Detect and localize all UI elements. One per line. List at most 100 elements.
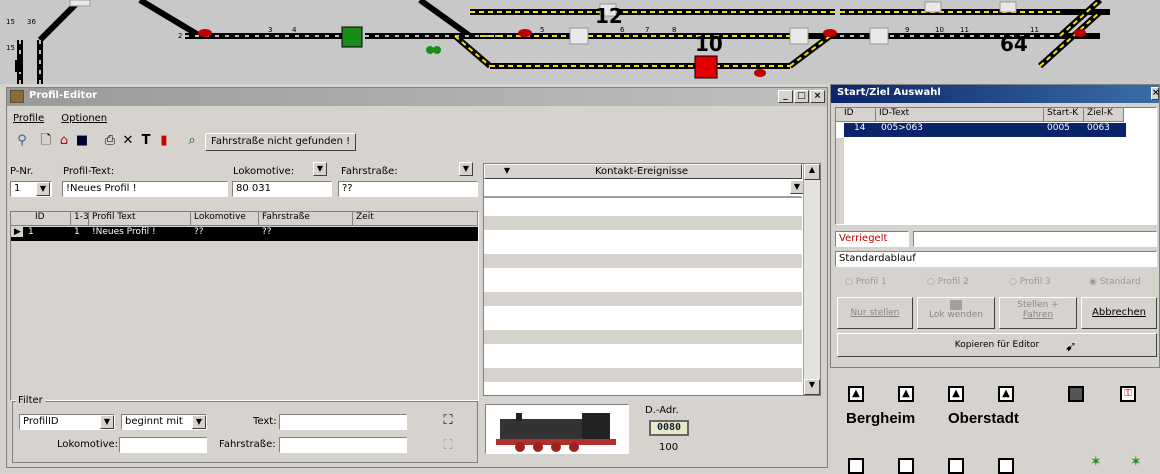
- status-message: Fahrstraße nicht gefunden !: [205, 133, 357, 151]
- maximize-button[interactable]: □: [794, 90, 809, 103]
- menu-optionen[interactable]: Optionen: [61, 113, 107, 124]
- kontakt-sort-icon[interactable]: ▼: [487, 165, 527, 179]
- profil-editor-titlebar[interactable]: Profil-Editor _ □ ×: [7, 88, 827, 106]
- list-item[interactable]: [484, 254, 802, 268]
- abbrechen-button[interactable]: Abbrechen: [1081, 297, 1157, 329]
- kontakt-scrollbar[interactable]: ▲ ▼: [803, 164, 820, 395]
- list-item[interactable]: [484, 216, 802, 230]
- table-row[interactable]: ▶ 1 1 !Neues Profil ! ?? ??: [11, 227, 478, 241]
- signal-button-icon[interactable]: ▲: [898, 386, 914, 402]
- find-icon[interactable]: ⌕: [183, 132, 201, 150]
- track-label: 7: [645, 26, 650, 34]
- track-label: 8: [672, 26, 677, 34]
- track-label: 11: [960, 26, 969, 34]
- button-label: Lok wenden: [929, 310, 983, 320]
- track-label: 2: [178, 32, 183, 40]
- list-item[interactable]: [484, 196, 802, 198]
- lokomotive-dropdown-button[interactable]: ▼: [313, 162, 327, 176]
- filter-mode-dropdown[interactable]: ▼: [192, 415, 206, 429]
- menu-bar: Profile Optionen: [13, 113, 121, 124]
- sz-header-startk[interactable]: Start-K: [1044, 108, 1084, 122]
- signal-button-icon[interactable]: [948, 458, 964, 474]
- binoculars-disabled-icon: ⛶: [443, 438, 453, 453]
- save-icon[interactable]: ■: [73, 132, 91, 150]
- signal-button-icon[interactable]: ▲: [948, 386, 964, 402]
- marker-icon[interactable]: ▮: [155, 132, 173, 150]
- menu-profile[interactable]: Profile: [13, 113, 44, 124]
- kopieren-fuer-editor-button[interactable]: Kopieren für Editor: [837, 333, 1157, 357]
- lock-icon[interactable]: ⚿: [1120, 386, 1136, 402]
- filter-text-input[interactable]: [279, 414, 407, 430]
- window-title: Start/Ziel Auswahl: [837, 87, 941, 98]
- row-indicator-icon: ▶: [11, 227, 23, 237]
- sz-cell-zielk: 0063: [1087, 123, 1110, 133]
- table-row[interactable]: 14 005>063 0005 0063: [844, 123, 1126, 137]
- filter-lok-label: Lokomotive:: [57, 439, 119, 450]
- filter-fs-input[interactable]: [279, 437, 407, 453]
- button-label: Nur stellen: [850, 308, 900, 318]
- kontakt-dropdown-button[interactable]: ▼: [790, 180, 804, 194]
- pnr-dropdown-button[interactable]: ▼: [36, 182, 50, 196]
- profiltext-label: Profil-Text:: [63, 166, 115, 177]
- cell-fahrstrasse: ??: [262, 227, 272, 237]
- start-ziel-titlebar[interactable]: Start/Ziel Auswahl ×: [831, 85, 1160, 103]
- sz-header-idtext[interactable]: ID-Text: [876, 108, 1044, 122]
- lok-wenden-icon: [950, 300, 962, 310]
- radio-label: Profil 3: [1019, 277, 1051, 287]
- sz-header-zielk[interactable]: Ziel-K: [1084, 108, 1124, 122]
- sz-cell-id: 14: [854, 123, 866, 133]
- table-header-id[interactable]: ID: [11, 212, 71, 226]
- minimize-button[interactable]: _: [778, 90, 793, 103]
- profiltext-field[interactable]: !Neues Profil !: [62, 181, 228, 197]
- signal-button-icon[interactable]: [898, 458, 914, 474]
- track-label-12: 12: [595, 4, 623, 28]
- delete-icon[interactable]: ✕: [119, 132, 137, 150]
- sz-header-id[interactable]: ID: [836, 108, 876, 122]
- list-item[interactable]: [484, 330, 802, 344]
- filter-legend: Filter: [16, 395, 45, 406]
- fahrstrasse-field[interactable]: ??: [338, 181, 478, 197]
- filter-mode-value: beginnt mit: [125, 416, 183, 427]
- profil-editor-window: Profil-Editor _ □ × Profile Optionen ⚲ 🗋…: [6, 87, 828, 468]
- cell-13: 1: [74, 227, 80, 237]
- filter-field-dropdown[interactable]: ▼: [100, 415, 114, 429]
- list-item[interactable]: [484, 368, 802, 382]
- close-button[interactable]: ×: [810, 90, 825, 103]
- filter-lok-input[interactable]: [119, 437, 207, 453]
- nav-icon[interactable]: ⚲: [13, 132, 31, 150]
- fahrstrasse-dropdown-button[interactable]: ▼: [459, 162, 473, 176]
- radio-label: Standard: [1099, 277, 1141, 287]
- signal-button-icon[interactable]: [998, 458, 1014, 474]
- new-doc-icon[interactable]: 🗋: [37, 132, 55, 150]
- track-label: 15: [6, 44, 15, 52]
- table-header-lokomotive[interactable]: Lokomotive: [191, 212, 259, 226]
- stellen-fahren-button: Stellen + Fahren: [999, 297, 1077, 329]
- sz-cell-idtext: 005>063: [881, 123, 923, 133]
- track-label: 4: [292, 26, 297, 34]
- track-label-64: 64: [1000, 32, 1028, 56]
- text-icon[interactable]: T: [137, 132, 155, 150]
- scroll-down-button[interactable]: ▼: [804, 379, 820, 395]
- table-header-zeit[interactable]: Zeit: [353, 212, 478, 226]
- table-header-profiltext[interactable]: Profil Text: [89, 212, 191, 226]
- table-header-fahrstrasse[interactable]: Fahrstraße: [259, 212, 353, 226]
- signal-button-icon[interactable]: ▲: [998, 386, 1014, 402]
- signal-button-icon[interactable]: ▲: [848, 386, 864, 402]
- list-item[interactable]: [484, 292, 802, 306]
- ablauf-value: Standardablauf: [839, 253, 916, 264]
- panel-icon[interactable]: [1068, 386, 1084, 402]
- track-label: 6: [620, 26, 625, 34]
- cell-lokomotive: ??: [194, 227, 204, 237]
- table-header-13[interactable]: 1-3: [71, 212, 89, 226]
- scroll-up-button[interactable]: ▲: [804, 164, 820, 180]
- open-icon[interactable]: ⌂: [55, 132, 73, 150]
- pnr-value: 1: [14, 183, 21, 194]
- radio-profil-3: ○ Profil 3: [1009, 277, 1051, 287]
- close-button[interactable]: ×: [1151, 87, 1160, 100]
- signal-button-icon[interactable]: [848, 458, 864, 474]
- button-label: Abbrechen: [1092, 307, 1146, 318]
- print-icon[interactable]: ⎙: [101, 132, 119, 150]
- binoculars-icon[interactable]: ⛶: [439, 412, 457, 430]
- lokomotive-field[interactable]: 80 031: [232, 181, 332, 197]
- radio-profil-1: ○ Profil 1: [845, 277, 887, 287]
